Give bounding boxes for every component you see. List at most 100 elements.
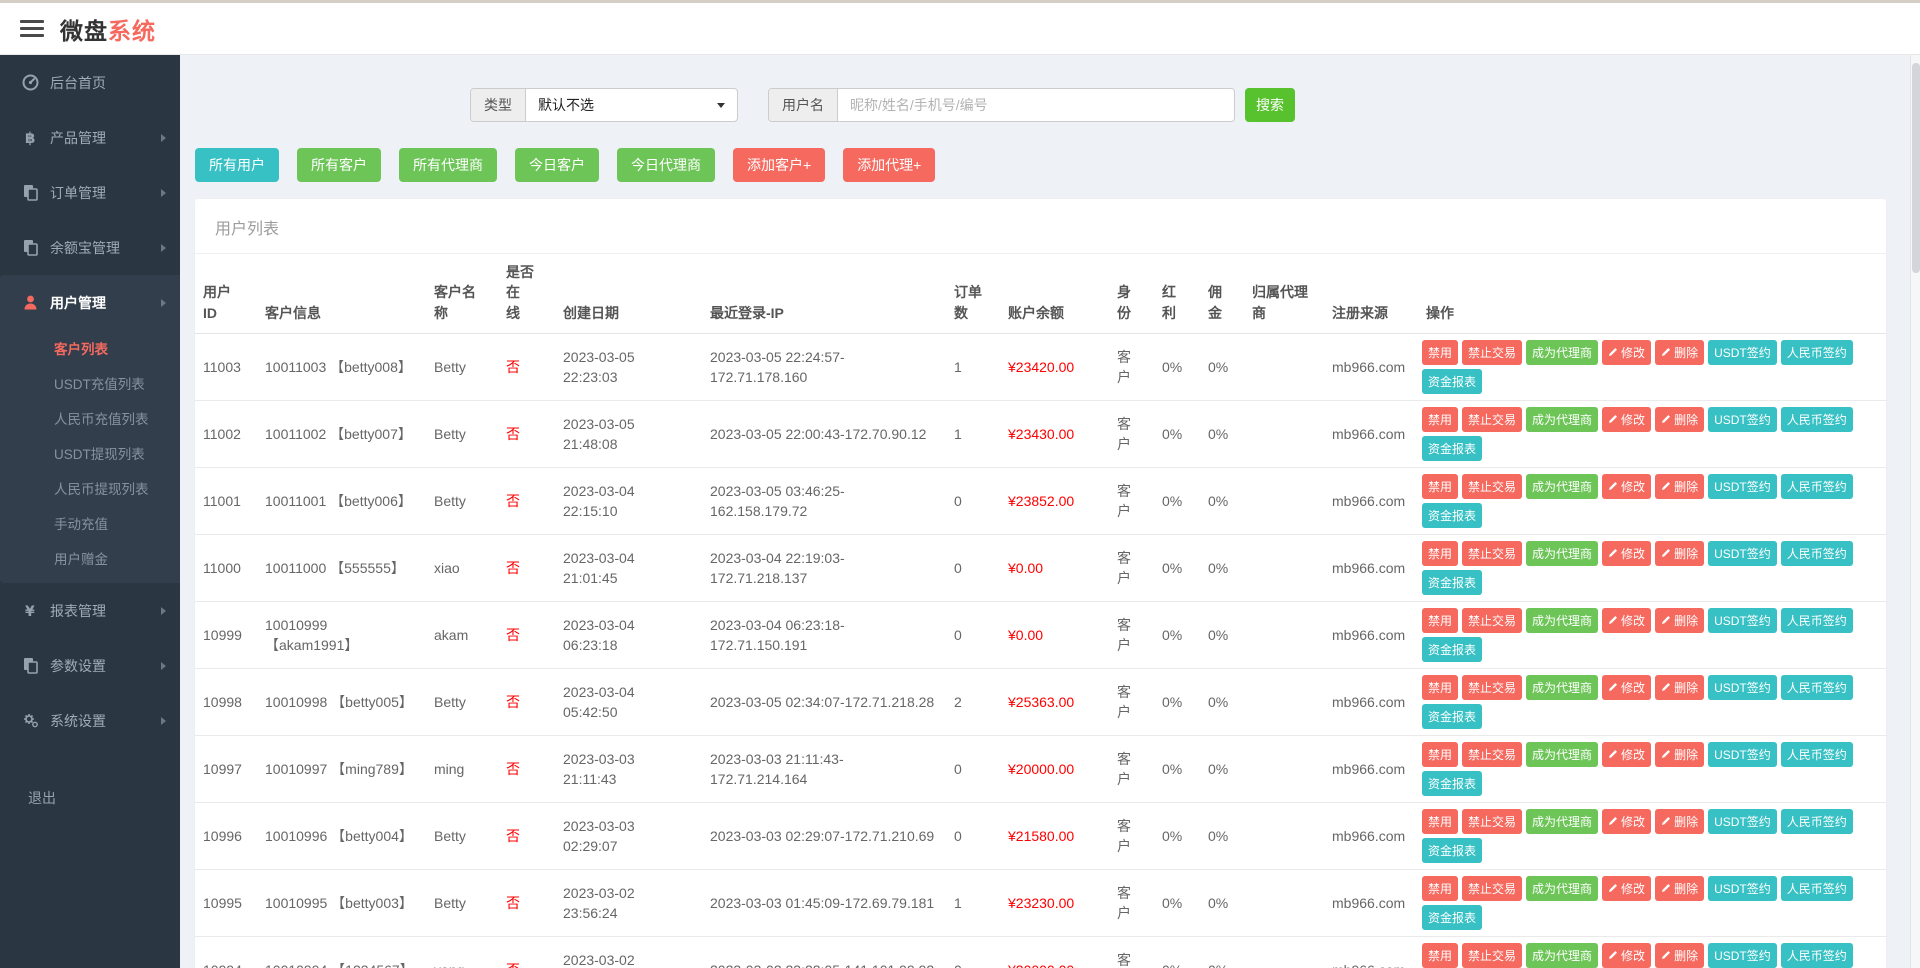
row-action-button[interactable]: 删除 [1655,809,1704,834]
row-action-button[interactable]: 人民币签约 [1781,742,1853,767]
row-action-button[interactable]: 禁止交易 [1462,407,1522,432]
row-action-button[interactable]: 成为代理商 [1526,474,1598,499]
row-action-button[interactable]: 修改 [1602,876,1651,901]
toolbar-button[interactable]: 所有代理商 [399,148,497,182]
sidebar-item-2[interactable]: 订单管理 [0,165,180,220]
row-action-button[interactable]: 禁止交易 [1462,876,1522,901]
row-action-button[interactable]: 成为代理商 [1526,809,1598,834]
row-action-button[interactable]: 成为代理商 [1526,876,1598,901]
search-button[interactable]: 搜索 [1245,88,1295,122]
row-action-button[interactable]: 修改 [1602,608,1651,633]
row-action-button[interactable]: 人民币签约 [1781,608,1853,633]
row-action-button[interactable]: 禁止交易 [1462,675,1522,700]
row-action-button[interactable]: 禁用 [1422,675,1458,700]
toolbar-button[interactable]: 今日代理商 [617,148,715,182]
toolbar-button[interactable]: 所有客户 [297,148,381,182]
menu-toggle-icon[interactable] [20,20,44,37]
row-action-button[interactable]: 人民币签约 [1781,407,1853,432]
sidebar-item-5[interactable]: ¥报表管理 [0,583,180,638]
sidebar-subitem[interactable]: 人民币充值列表 [0,400,180,435]
row-action-button[interactable]: 人民币签约 [1781,474,1853,499]
row-action-button[interactable]: 删除 [1655,541,1704,566]
row-action-button[interactable]: 成为代理商 [1526,608,1598,633]
row-action-button[interactable]: 人民币签约 [1781,340,1853,365]
row-action-button[interactable]: 禁用 [1422,943,1458,968]
row-action-button[interactable]: 删除 [1655,474,1704,499]
row-action-button[interactable]: 禁止交易 [1462,742,1522,767]
row-action-button[interactable]: USDT签约 [1708,876,1777,901]
row-action-button[interactable]: 人民币签约 [1781,541,1853,566]
sidebar-item-4[interactable]: 用户管理 [0,275,180,330]
row-action-button[interactable]: 人民币签约 [1781,876,1853,901]
row-action-button[interactable]: USDT签约 [1708,340,1777,365]
row-action-button[interactable]: 删除 [1655,675,1704,700]
row-action-button[interactable]: 删除 [1655,407,1704,432]
row-action-button[interactable]: USDT签约 [1708,474,1777,499]
row-action-button[interactable]: 禁止交易 [1462,943,1522,968]
sidebar-item-8[interactable]: 退出 [0,770,180,825]
row-action-button[interactable]: 资金报表 [1422,838,1482,863]
row-action-button[interactable]: 删除 [1655,943,1704,968]
row-action-button[interactable]: USDT签约 [1708,407,1777,432]
row-action-button[interactable]: 资金报表 [1422,905,1482,930]
row-action-button[interactable]: 禁用 [1422,742,1458,767]
row-action-button[interactable]: 修改 [1602,943,1651,968]
sidebar-item-6[interactable]: 参数设置 [0,638,180,693]
sidebar-item-3[interactable]: 余额宝管理 [0,220,180,275]
row-action-button[interactable]: 成为代理商 [1526,340,1598,365]
sidebar-item-1[interactable]: ฿产品管理 [0,110,180,165]
row-action-button[interactable]: 修改 [1602,340,1651,365]
row-action-button[interactable]: 禁用 [1422,340,1458,365]
row-action-button[interactable]: USDT签约 [1708,809,1777,834]
toolbar-button[interactable]: 今日客户 [515,148,599,182]
row-action-button[interactable]: 资金报表 [1422,369,1482,394]
row-action-button[interactable]: 资金报表 [1422,436,1482,461]
row-action-button[interactable]: 成为代理商 [1526,407,1598,432]
row-action-button[interactable]: 资金报表 [1422,637,1482,662]
username-input[interactable] [838,89,1234,121]
row-action-button[interactable]: 删除 [1655,876,1704,901]
row-action-button[interactable]: 禁止交易 [1462,541,1522,566]
row-action-button[interactable]: 修改 [1602,742,1651,767]
row-action-button[interactable]: 删除 [1655,340,1704,365]
row-action-button[interactable]: 人民币签约 [1781,809,1853,834]
row-action-button[interactable]: 人民币签约 [1781,943,1853,968]
row-action-button[interactable]: 修改 [1602,675,1651,700]
row-action-button[interactable]: 修改 [1602,407,1651,432]
row-action-button[interactable]: 修改 [1602,541,1651,566]
scrollbar-track[interactable] [1910,55,1920,968]
row-action-button[interactable]: 资金报表 [1422,570,1482,595]
row-action-button[interactable]: 禁用 [1422,407,1458,432]
row-action-button[interactable]: USDT签约 [1708,943,1777,968]
row-action-button[interactable]: USDT签约 [1708,675,1777,700]
row-action-button[interactable]: USDT签约 [1708,608,1777,633]
row-action-button[interactable]: 成为代理商 [1526,742,1598,767]
sidebar-subitem[interactable]: 客户列表 [0,330,180,365]
sidebar-item-0[interactable]: 后台首页 [0,55,180,110]
sidebar-subitem[interactable]: 人民币提现列表 [0,470,180,505]
row-action-button[interactable]: 删除 [1655,608,1704,633]
row-action-button[interactable]: USDT签约 [1708,541,1777,566]
row-action-button[interactable]: 禁用 [1422,876,1458,901]
row-action-button[interactable]: USDT签约 [1708,742,1777,767]
toolbar-button[interactable]: 所有用户 [195,148,279,182]
toolbar-button[interactable]: 添加客户+ [733,148,825,182]
row-action-button[interactable]: 禁用 [1422,809,1458,834]
row-action-button[interactable]: 禁止交易 [1462,474,1522,499]
sidebar-subitem[interactable]: USDT提现列表 [0,435,180,470]
sidebar-subitem[interactable]: 用户赠金 [0,540,180,575]
row-action-button[interactable]: 修改 [1602,809,1651,834]
row-action-button[interactable]: 成为代理商 [1526,541,1598,566]
row-action-button[interactable]: 成为代理商 [1526,943,1598,968]
sidebar-subitem[interactable]: USDT充值列表 [0,365,180,400]
row-action-button[interactable]: 删除 [1655,742,1704,767]
row-action-button[interactable]: 禁用 [1422,541,1458,566]
row-action-button[interactable]: 禁止交易 [1462,608,1522,633]
scrollbar-thumb[interactable] [1912,63,1920,273]
row-action-button[interactable]: 资金报表 [1422,503,1482,528]
row-action-button[interactable]: 禁用 [1422,474,1458,499]
row-action-button[interactable]: 人民币签约 [1781,675,1853,700]
row-action-button[interactable]: 修改 [1602,474,1651,499]
row-action-button[interactable]: 禁止交易 [1462,809,1522,834]
row-action-button[interactable]: 禁用 [1422,608,1458,633]
